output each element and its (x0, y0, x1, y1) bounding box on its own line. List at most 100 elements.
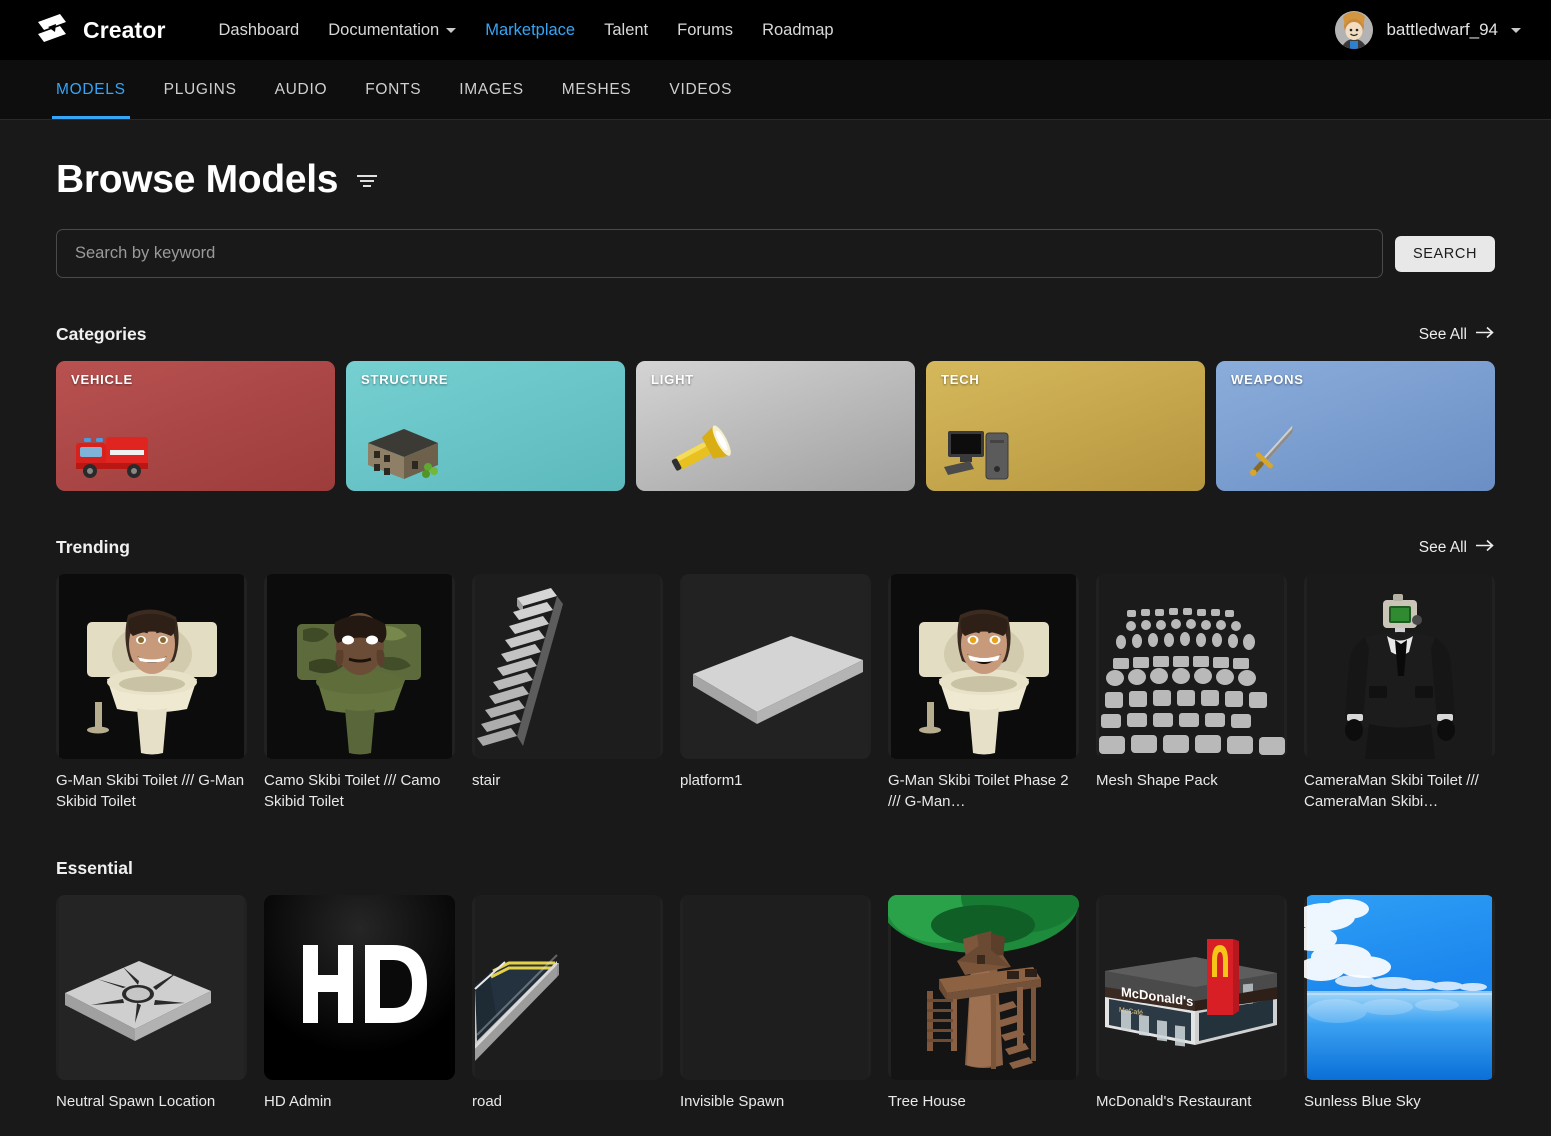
nav-link-label: Roadmap (762, 21, 834, 40)
asset-card[interactable]: G-Man Skibi Toilet /// G-Man Skibid Toil… (56, 574, 247, 812)
page-title-row: Browse Models (56, 120, 1495, 202)
top-navigation-bar: Creator Dashboard Documentation Marketpl… (0, 0, 1551, 60)
nav-link-marketplace[interactable]: Marketplace (485, 21, 575, 40)
category-card-row: VEHICLE STRUCTURE (56, 361, 1495, 491)
search-button[interactable]: SEARCH (1395, 236, 1495, 272)
user-menu[interactable]: battledwarf_94 (1335, 0, 1521, 60)
trending-see-all-link[interactable]: See All (1419, 539, 1495, 557)
chevron-down-icon (1511, 28, 1521, 33)
asset-card[interactable]: G-Man Skibi Toilet Phase 2 /// G-Man… (888, 574, 1079, 812)
tab-images[interactable]: IMAGES (440, 60, 543, 119)
asset-card[interactable]: HD Admin (264, 895, 455, 1112)
tab-audio[interactable]: AUDIO (256, 60, 347, 119)
category-card-structure[interactable]: STRUCTURE (346, 361, 625, 491)
search-input[interactable] (56, 229, 1383, 278)
category-card-vehicle[interactable]: VEHICLE (56, 361, 335, 491)
asset-thumbnail (264, 895, 455, 1080)
asset-thumbnail (680, 895, 871, 1080)
section-title: Trending (56, 537, 130, 558)
asset-card[interactable]: road (472, 895, 663, 1112)
asset-card[interactable]: platform1 (680, 574, 871, 812)
nav-link-label: Documentation (328, 21, 439, 40)
filter-icon[interactable] (356, 172, 378, 188)
trending-section-header: Trending See All (56, 537, 1495, 558)
nav-link-documentation[interactable]: Documentation (328, 21, 456, 40)
tab-label: AUDIO (275, 81, 328, 99)
asset-thumbnail (888, 895, 1079, 1080)
asset-card[interactable]: Sunless Blue Sky (1304, 895, 1495, 1112)
categories-section-header: Categories See All (56, 324, 1495, 345)
categories-see-all-link[interactable]: See All (1419, 326, 1495, 344)
nav-link-label: Marketplace (485, 21, 575, 40)
asset-thumbnail (888, 574, 1079, 759)
skibidi-toilet-phase2 (888, 574, 1079, 759)
nav-link-label: Talent (604, 21, 648, 40)
asset-card[interactable]: McDonald's McCafé McDonald's Restaurant (1096, 895, 1287, 1112)
asset-label: Neutral Spawn Location (56, 1091, 247, 1112)
asset-label: HD Admin (264, 1091, 455, 1112)
tab-label: IMAGES (459, 81, 524, 99)
search-row: SEARCH (56, 229, 1495, 278)
nav-link-dashboard[interactable]: Dashboard (219, 21, 300, 40)
asset-card[interactable]: Neutral Spawn Location (56, 895, 247, 1112)
mesh-shape-grid (1096, 574, 1287, 759)
brand[interactable]: Creator (34, 14, 166, 47)
nav-link-talent[interactable]: Talent (604, 21, 648, 40)
page-title: Browse Models (56, 158, 338, 202)
asset-thumbnail: McDonald's McCafé (1096, 895, 1287, 1080)
asset-card[interactable]: Camo Skibi Toilet /// Camo Skibid Toilet (264, 574, 455, 812)
category-card-weapons[interactable]: WEAPONS (1216, 361, 1495, 491)
asset-label: Invisible Spawn (680, 1091, 871, 1112)
nav-link-label: Forums (677, 21, 733, 40)
nav-link-forums[interactable]: Forums (677, 21, 733, 40)
asset-label: stair (472, 770, 663, 791)
staircase (472, 574, 663, 759)
category-card-light[interactable]: LIGHT (636, 361, 915, 491)
tab-label: PLUGINS (164, 81, 237, 99)
asset-label: road (472, 1091, 663, 1112)
nav-link-label: Dashboard (219, 21, 300, 40)
asset-thumbnail (680, 574, 871, 759)
asset-card[interactable]: CameraMan Skibi Toilet /// CameraMan Ski… (1304, 574, 1495, 812)
tab-fonts[interactable]: FONTS (346, 60, 440, 119)
asset-label: Sunless Blue Sky (1304, 1091, 1495, 1112)
category-label: TECH (941, 372, 980, 387)
mcdonalds-building: McDonald's McCafé (1096, 895, 1287, 1080)
empty-dark (680, 895, 871, 1080)
nav-link-roadmap[interactable]: Roadmap (762, 21, 834, 40)
tree-house (888, 895, 1079, 1080)
flashlight-icon (650, 417, 736, 483)
tab-models[interactable]: MODELS (37, 60, 145, 119)
category-label: LIGHT (651, 372, 694, 387)
asset-thumbnail (56, 895, 247, 1080)
tab-videos[interactable]: VIDEOS (650, 60, 751, 119)
platform-slab (680, 574, 871, 759)
skibidi-toilet-camo (264, 574, 455, 759)
asset-card[interactable]: Mesh Shape Pack (1096, 574, 1287, 812)
asset-label: Tree House (888, 1091, 1079, 1112)
see-all-label: See All (1419, 326, 1467, 344)
asset-type-tabs: MODELS PLUGINS AUDIO FONTS IMAGES MESHES… (0, 60, 1551, 120)
essential-section-header: Essential (56, 858, 1495, 879)
asset-label: McDonald's Restaurant (1096, 1091, 1287, 1112)
asset-label: G-Man Skibi Toilet Phase 2 /// G-Man… (888, 770, 1079, 812)
asset-thumbnail (56, 574, 247, 759)
asset-card[interactable]: stair (472, 574, 663, 812)
asset-card[interactable]: Invisible Spawn (680, 895, 871, 1112)
cameraman-suit (1304, 574, 1495, 759)
tab-plugins[interactable]: PLUGINS (145, 60, 256, 119)
asset-thumbnail (1096, 574, 1287, 759)
house-icon (360, 417, 446, 483)
tab-meshes[interactable]: MESHES (543, 60, 651, 119)
asset-card[interactable]: Tree House (888, 895, 1079, 1112)
trending-item-grid: G-Man Skibi Toilet /// G-Man Skibid Toil… (56, 574, 1495, 812)
asset-label: CameraMan Skibi Toilet /// CameraMan Ski… (1304, 770, 1495, 812)
spawn-pad (56, 895, 247, 1080)
main-nav-links: Dashboard Documentation Marketplace Tale… (219, 21, 834, 40)
asset-thumbnail (1304, 895, 1495, 1080)
blue-sky (1304, 895, 1495, 1080)
asset-label: Camo Skibi Toilet /// Camo Skibid Toilet (264, 770, 455, 812)
category-card-tech[interactable]: TECH (926, 361, 1205, 491)
section-title: Categories (56, 324, 146, 345)
skibidi-toilet-gman (56, 574, 247, 759)
